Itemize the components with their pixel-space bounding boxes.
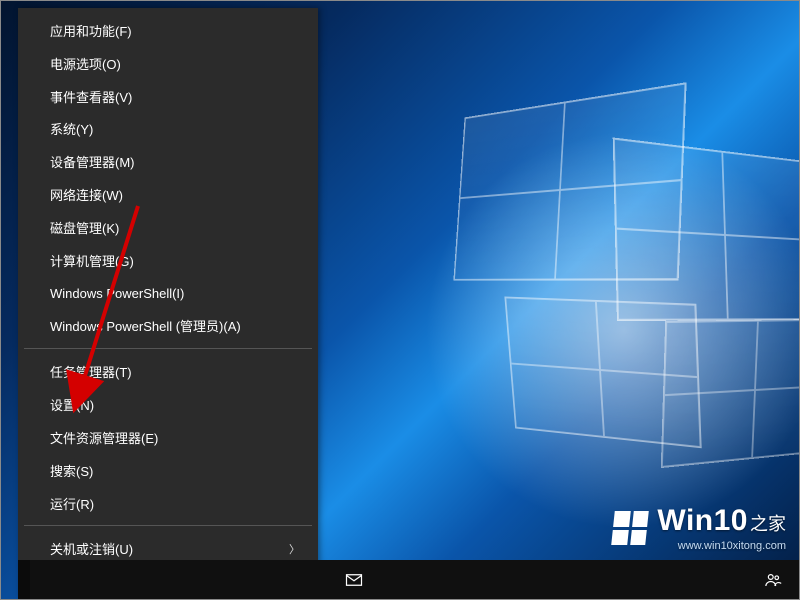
menu-event-viewer[interactable]: 事件查看器(V): [18, 80, 318, 113]
winx-menu: 应用和功能(F) 电源选项(O) 事件查看器(V) 系统(Y) 设备管理器(M) 网络连接…: [18, 8, 318, 598]
menu-device-manager[interactable]: 设备管理器(M): [18, 145, 318, 178]
taskbar: [18, 560, 800, 600]
menu-separator: [24, 348, 312, 349]
menu-run[interactable]: 运行(R): [18, 487, 318, 520]
menu-item-label: 任务管理器(T): [50, 362, 132, 381]
wallpaper-pane: [661, 319, 800, 468]
menu-item-label: 设备管理器(M): [50, 152, 135, 171]
menu-separator: [24, 525, 312, 526]
start-button[interactable]: [18, 560, 30, 600]
mail-icon: [345, 571, 363, 589]
taskbar-mail-icon[interactable]: [330, 560, 378, 600]
people-icon: [764, 571, 782, 589]
watermark-brand: Win10: [657, 504, 748, 537]
menu-item-label: 事件查看器(V): [50, 87, 132, 106]
menu-item-label: 运行(R): [50, 494, 94, 513]
menu-powershell[interactable]: Windows PowerShell(I): [18, 277, 318, 310]
menu-item-label: 搜索(S): [50, 461, 93, 480]
menu-item-label: 电源选项(O): [50, 54, 121, 73]
taskbar-people-icon[interactable]: [752, 560, 794, 600]
chevron-right-icon: 〉: [289, 541, 300, 557]
menu-item-label: 磁盘管理(K): [50, 218, 119, 237]
menu-item-label: Windows PowerShell (管理员)(A): [50, 316, 241, 335]
watermark: Win10之家 www.win10xitong.com: [613, 504, 786, 552]
watermark-suffix: 之家: [750, 514, 786, 534]
menu-apps-features[interactable]: 应用和功能(F): [18, 14, 318, 47]
watermark-url: www.win10xitong.com: [657, 540, 786, 552]
menu-item-label: 系统(Y): [50, 119, 93, 138]
menu-item-label: 计算机管理(G): [50, 251, 134, 270]
menu-power-options[interactable]: 电源选项(O): [18, 47, 318, 80]
menu-item-label: 设置(N): [50, 395, 94, 414]
menu-network-connections[interactable]: 网络连接(W): [18, 178, 318, 211]
menu-item-label: Windows PowerShell(I): [50, 286, 184, 301]
menu-disk-management[interactable]: 磁盘管理(K): [18, 211, 318, 244]
menu-item-label: 关机或注销(U): [50, 539, 133, 558]
menu-computer-management[interactable]: 计算机管理(G): [18, 244, 318, 277]
menu-settings[interactable]: 设置(N): [18, 388, 318, 421]
menu-powershell-admin[interactable]: Windows PowerShell (管理员)(A): [18, 309, 318, 342]
menu-item-label: 文件资源管理器(E): [50, 428, 158, 447]
menu-system[interactable]: 系统(Y): [18, 112, 318, 145]
menu-item-label: 网络连接(W): [50, 185, 123, 204]
windows-logo-icon: [612, 511, 650, 545]
wallpaper-pane: [613, 137, 800, 321]
menu-task-manager[interactable]: 任务管理器(T): [18, 355, 318, 388]
menu-file-explorer[interactable]: 文件资源管理器(E): [18, 421, 318, 454]
menu-search[interactable]: 搜索(S): [18, 454, 318, 487]
menu-item-label: 应用和功能(F): [50, 21, 132, 40]
